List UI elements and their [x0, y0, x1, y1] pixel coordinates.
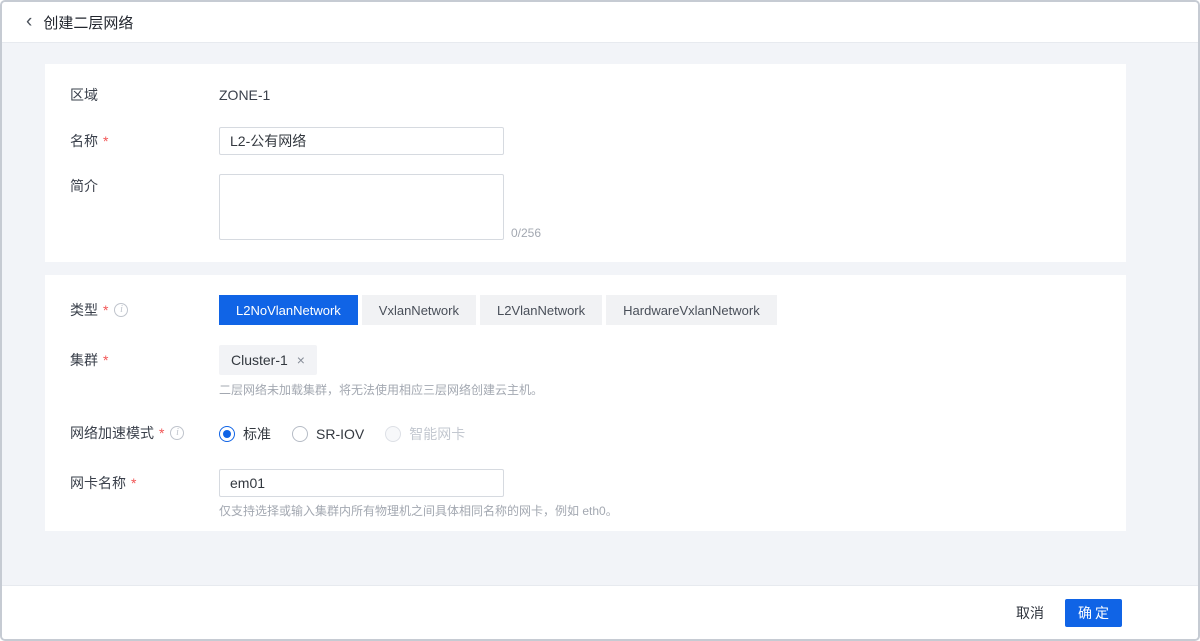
- network-config-card: 类型 * i L2NoVlanNetwork VxlanNetwork L2Vlan…: [45, 275, 1126, 531]
- nic-name-label: 网卡名称: [70, 473, 126, 493]
- nic-name-input[interactable]: [219, 469, 504, 497]
- cluster-tag[interactable]: Cluster-1 ×: [219, 345, 317, 375]
- description-row: 简介 0/256: [45, 174, 1126, 240]
- cluster-tag-label: Cluster-1: [231, 352, 288, 368]
- type-segments: L2NoVlanNetwork VxlanNetwork L2VlanNetwo…: [219, 295, 1126, 325]
- cluster-label: 集群: [70, 350, 98, 370]
- ok-button[interactable]: 确定: [1065, 599, 1122, 627]
- radio-smartnic-label: 智能网卡: [409, 424, 465, 444]
- required-mark: *: [103, 133, 108, 149]
- radio-unselected-icon[interactable]: [292, 426, 308, 442]
- create-l2-network-page: ‹ 创建二层网络 区域 ZONE-1 名称 *: [0, 0, 1200, 641]
- type-label-wrap: 类型 * i: [45, 295, 219, 325]
- required-mark: *: [103, 302, 108, 318]
- type-option-l2vlannetwork[interactable]: L2VlanNetwork: [480, 295, 602, 325]
- page-title: 创建二层网络: [43, 12, 133, 33]
- close-icon[interactable]: ×: [297, 353, 305, 367]
- name-label-wrap: 名称 *: [45, 127, 219, 155]
- radio-disabled-icon: [385, 426, 401, 442]
- cluster-row: 集群 * Cluster-1 × 二层网络未加载集群，将无法使用相应三层网络创建云…: [45, 345, 1126, 397]
- radio-standard-label: 标准: [243, 424, 271, 444]
- type-option-l2novlannetwork[interactable]: L2NoVlanNetwork: [219, 295, 358, 325]
- zone-label: 区域: [70, 85, 98, 105]
- zone-value: ZONE-1: [219, 87, 270, 103]
- cancel-button[interactable]: 取消: [1008, 599, 1052, 627]
- nic-name-label-wrap: 网卡名称 *: [45, 469, 219, 497]
- name-label: 名称: [70, 131, 98, 151]
- nic-name-hint: 仅支持选择或输入集群内所有物理机之间具体相同名称的网卡，例如 eth0。: [219, 504, 1126, 518]
- page-header: ‹ 创建二层网络: [2, 2, 1198, 43]
- cluster-hint: 二层网络未加载集群，将无法使用相应三层网络创建云主机。: [219, 383, 1126, 397]
- description-label: 简介: [70, 176, 98, 196]
- char-counter: 0/256: [511, 226, 541, 240]
- name-input[interactable]: [219, 127, 504, 155]
- accel-mode-label-wrap: 网络加速模式 * i: [45, 424, 219, 441]
- name-row: 名称 *: [45, 127, 1126, 155]
- type-label: 类型: [70, 300, 98, 320]
- nic-name-row: 网卡名称 * 仅支持选择或输入集群内所有物理机之间具体相同名称的网卡，例如 eth…: [45, 469, 1126, 518]
- back-icon[interactable]: ‹: [26, 12, 32, 31]
- type-option-vxlannetwork[interactable]: VxlanNetwork: [362, 295, 476, 325]
- radio-sriov-label: SR-IOV: [316, 426, 364, 442]
- required-mark: *: [103, 352, 108, 368]
- zone-row: 区域 ZONE-1: [45, 85, 1126, 105]
- description-textarea[interactable]: [219, 174, 504, 240]
- radio-standard[interactable]: 标准: [219, 424, 271, 444]
- info-icon: i: [170, 426, 184, 440]
- accel-mode-row: 网络加速模式 * i 标准 SR-IOV: [45, 424, 1126, 444]
- description-label-wrap: 简介: [45, 174, 219, 196]
- required-mark: *: [159, 425, 164, 441]
- zone-label-wrap: 区域: [45, 85, 219, 105]
- radio-sriov[interactable]: SR-IOV: [292, 426, 364, 442]
- basic-info-card: 区域 ZONE-1 名称 * 简介: [45, 64, 1126, 262]
- type-option-hardwarevxlannetwork[interactable]: HardwareVxlanNetwork: [606, 295, 777, 325]
- page-footer: 取消 确定: [2, 585, 1198, 639]
- type-row: 类型 * i L2NoVlanNetwork VxlanNetwork L2Vlan…: [45, 295, 1126, 325]
- radio-selected-icon[interactable]: [219, 426, 235, 442]
- accel-mode-radio-group: 标准 SR-IOV 智能网卡: [219, 424, 1126, 444]
- info-icon: i: [114, 303, 128, 317]
- accel-mode-label: 网络加速模式: [70, 423, 154, 443]
- form-content: 区域 ZONE-1 名称 * 简介: [2, 43, 1198, 585]
- required-mark: *: [131, 475, 136, 491]
- radio-smartnic: 智能网卡: [385, 424, 465, 444]
- cluster-label-wrap: 集群 *: [45, 345, 219, 375]
